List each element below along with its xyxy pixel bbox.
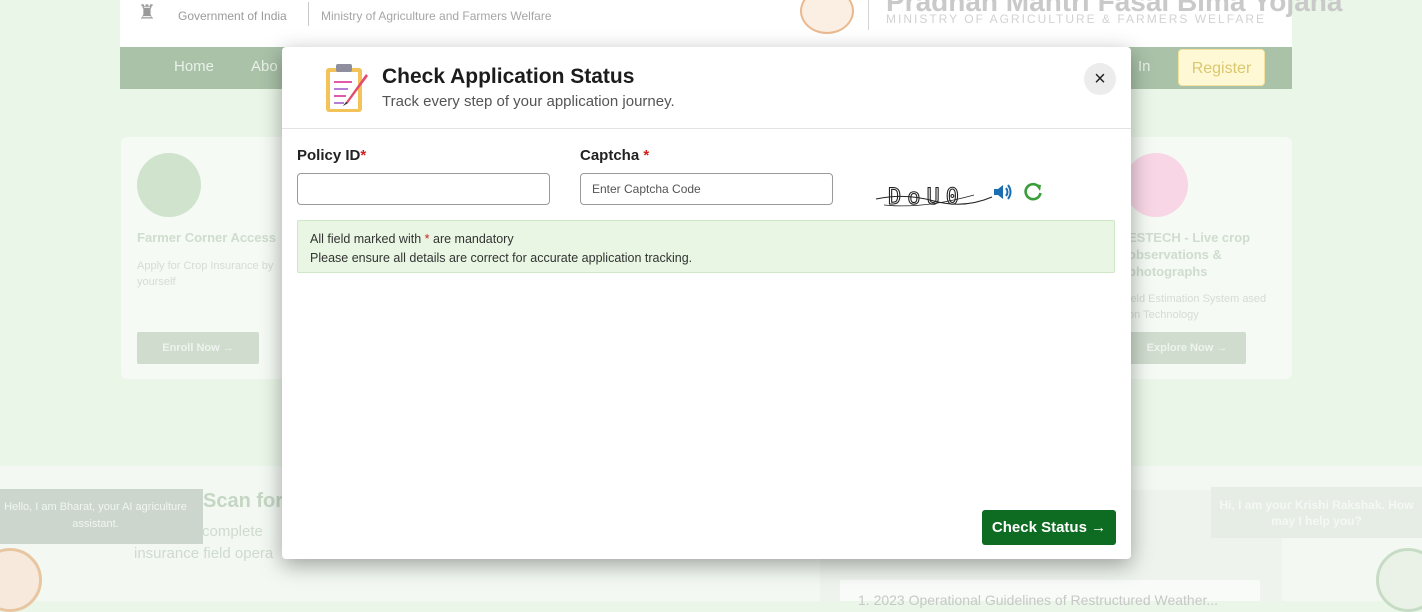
yestech-card: ESTECH - Live crop observations & photog… [1124,137,1292,379]
captcha-label-text: Captcha [580,147,640,164]
scan-title: Scan for [203,490,284,512]
nav-about[interactable]: Abo [251,58,278,75]
modal-title: Check Application Status [382,65,635,88]
yestech-icon [1124,153,1188,217]
check-status-button[interactable]: Check Status → [982,510,1116,545]
notice-line2: Please ensure all details are correct fo… [310,251,693,265]
required-mark: * [424,232,430,246]
ministry-text: Ministry of Agriculture and Farmers Welf… [321,9,552,23]
scan-text: complete [202,523,263,540]
card-title: Farmer Corner Access [137,230,276,245]
captcha-input[interactable] [580,173,833,205]
policy-id-label: Policy ID* [297,147,366,164]
farmer-corner-card: Farmer Corner Access Apply for Crop Insu… [121,137,291,379]
policy-id-label-text: Policy ID [297,147,361,164]
refresh-icon[interactable] [1022,181,1044,203]
close-icon[interactable]: × [1084,63,1116,95]
gov-text: Government of India [178,9,287,23]
nav-login[interactable]: In [1138,58,1151,75]
news-text: 1. 2023 Operational Guidelines of Restru… [858,592,1219,608]
scheme-subtitle: MINISTRY OF AGRICULTURE & FARMERS WELFAR… [886,12,1267,26]
card-title: ESTECH - Live crop observations & photog… [1128,230,1251,279]
chatbot-bharat-bubble[interactable]: Hello, I am Bharat, your AI agriculture … [0,489,203,544]
farmer-icon [137,153,201,217]
modal-subtitle: Track every step of your application jou… [382,93,675,110]
register-button[interactable]: Register [1178,49,1265,86]
emblem-icon: ♜ [138,2,156,24]
clipboard-icon [326,64,368,112]
policy-id-input[interactable] [297,173,550,205]
captcha-text: DoU0 [888,185,965,210]
mandatory-notice: All field marked with * are mandatory Pl… [297,220,1115,273]
required-mark: * [360,147,367,164]
notice-prefix: All field marked with [310,232,422,246]
enroll-now-button[interactable]: Enroll Now → [137,332,259,364]
captcha-image: DoU0 [875,184,993,211]
captcha-label: Captcha * [580,147,649,164]
notice-suffix: are mandatory [433,232,514,246]
speaker-icon[interactable] [992,181,1014,203]
check-status-modal: Check Application Status Track every ste… [282,47,1131,559]
header-divider [308,2,309,26]
chatbot-krishi-bubble[interactable]: Hi, I am your Krishi Rakshak. How may I … [1211,487,1422,538]
card-desc: Apply for Crop Insurance by yourself [137,260,274,288]
nav-home[interactable]: Home [174,58,214,75]
scan-text: insurance field opera [134,545,274,562]
card-desc: ield Estimation System ased on Technolog… [1128,293,1267,321]
required-mark: * [643,147,650,164]
modal-header: Check Application Status Track every ste… [282,47,1131,129]
header-divider [868,0,869,30]
explore-now-button[interactable]: Explore Now → [1128,332,1246,364]
